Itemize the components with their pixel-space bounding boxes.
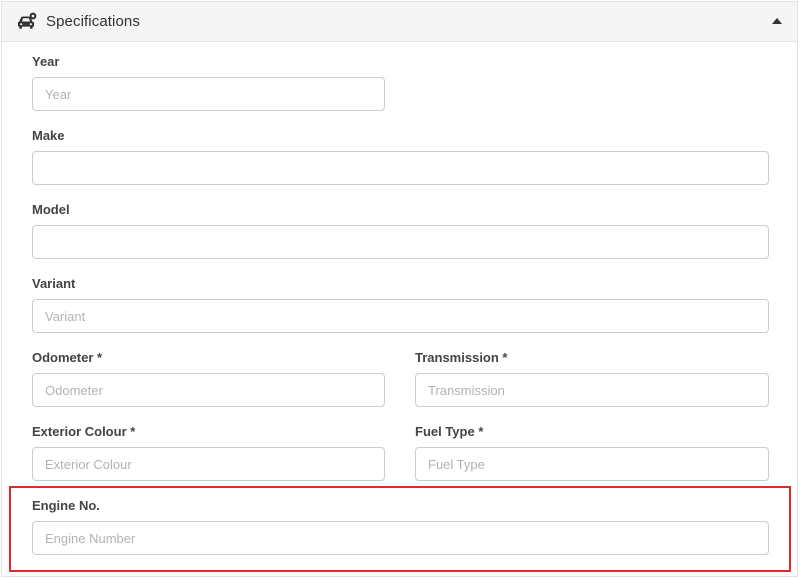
fuel-type-label: Fuel Type * xyxy=(415,424,484,439)
exterior-colour-label: Exterior Colour * xyxy=(32,424,136,439)
odometer-label: Odometer * xyxy=(32,350,103,365)
make-label: Make xyxy=(32,128,65,143)
year-label: Year xyxy=(32,54,60,69)
transmission-input[interactable] xyxy=(415,373,769,407)
car-settings-icon xyxy=(17,12,37,30)
engine-no-label: Engine No. xyxy=(32,498,100,513)
panel-header[interactable]: Specifications xyxy=(2,2,797,42)
engine-number-input[interactable] xyxy=(32,521,769,555)
variant-label: Variant xyxy=(32,276,76,291)
caret-up-icon[interactable] xyxy=(772,18,782,24)
transmission-label: Transmission * xyxy=(415,350,508,365)
fuel-type-input[interactable] xyxy=(415,447,769,481)
year-input[interactable] xyxy=(32,77,385,111)
variant-input[interactable] xyxy=(32,299,769,333)
odometer-input[interactable] xyxy=(32,373,385,407)
model-input[interactable] xyxy=(32,225,769,259)
panel-title: Specifications xyxy=(46,13,140,30)
make-input[interactable] xyxy=(32,151,769,185)
exterior-colour-input[interactable] xyxy=(32,447,385,481)
model-label: Model xyxy=(32,202,70,217)
